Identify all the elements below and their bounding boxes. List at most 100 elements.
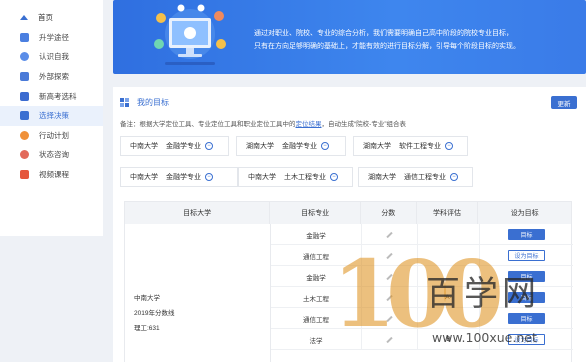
major-cell: 金融学 — [271, 266, 362, 287]
combo-university: 中南大学 — [130, 143, 158, 150]
banner-line-2: 只有在方向足够明确的基础上，才能有效的进行目标分解，引导每个阶段目标的实现。 — [254, 42, 520, 50]
combo-university: 湖南大学 — [368, 174, 396, 181]
remove-combo-icon[interactable]: − — [330, 173, 338, 181]
header-target-major: 目标专业 — [270, 202, 361, 224]
sidebar-item-status[interactable]: 状态咨询 — [0, 145, 103, 165]
card-header: 我的目标 — [120, 97, 169, 108]
note-suffix: ，自动生成“院校-专业”组合表 — [321, 121, 407, 128]
combo-item: 中南大学 金融学专业 − — [120, 167, 238, 187]
action-cell: 设为目标 — [480, 245, 573, 266]
sidebar-item-decision[interactable]: 选择决策 — [0, 105, 103, 126]
edit-icon[interactable] — [386, 231, 393, 238]
book-icon — [20, 91, 29, 101]
combo-university: 中南大学 — [130, 174, 158, 181]
university-cell: 中南大学 2019年分数线 理工:631 — [125, 224, 271, 362]
combo-university: 中南大学 — [248, 174, 276, 181]
action-cell: 目标 — [480, 266, 573, 287]
sidebar-item-label: 选择决策 — [39, 111, 69, 121]
sidebar-item-admission-path[interactable]: 升学途径 — [0, 28, 103, 48]
sidebar: 首页 升学途径 认识自我 外部探索 新高考选科 选择决策 行动计划 状态咨询 视… — [0, 0, 103, 236]
combo-major: 金融学专业 — [282, 143, 317, 150]
score-cell — [362, 329, 418, 350]
computer-illustration — [154, 4, 226, 65]
edit-icon[interactable] — [386, 294, 393, 301]
combo-major: 软件工程专业 — [399, 143, 441, 150]
eval-cell — [418, 266, 480, 287]
edit-icon[interactable] — [386, 273, 393, 280]
sidebar-item-label: 新高考选科 — [39, 91, 77, 101]
major-cell: 通信工程 — [271, 245, 362, 266]
remove-combo-icon[interactable]: − — [205, 173, 213, 181]
sidebar-item-label: 升学途径 — [39, 32, 69, 42]
major-cell: 法学 — [271, 329, 362, 350]
edit-icon[interactable] — [386, 336, 393, 343]
combo-major: 土木工程专业 — [284, 174, 326, 181]
score-value: 理工:631 — [134, 325, 160, 332]
explore-icon — [20, 72, 29, 82]
edit-icon[interactable] — [386, 252, 393, 259]
update-button[interactable]: 更新 — [551, 96, 577, 109]
sidebar-item-explore[interactable]: 外部探索 — [0, 67, 103, 87]
sidebar-item-subject-selection[interactable]: 新高考选科 — [0, 86, 103, 106]
sidebar-item-video[interactable]: 视频课程 — [0, 165, 103, 185]
major-cell: 土木工程 — [271, 287, 362, 308]
target-button[interactable]: 目标 — [508, 292, 545, 303]
combo-item: 湖南大学 金融学专业 − — [236, 136, 346, 156]
remove-combo-icon[interactable]: − — [321, 142, 329, 150]
user-icon — [20, 52, 29, 62]
header-set-target: 设为目标 — [510, 210, 539, 217]
action-cell: 目标 — [480, 287, 573, 308]
university-name: 中南大学 — [134, 295, 160, 302]
remove-combo-icon[interactable]: − — [205, 142, 213, 150]
note-text: 备注：根据大学定位工具、专业定位工具和职业定位工具中的定位结果，自动生成“院校-… — [120, 118, 406, 128]
sidebar-item-label: 状态咨询 — [39, 150, 69, 160]
eval-cell: B — [418, 329, 480, 350]
set-target-button[interactable]: 设为目标 — [508, 250, 545, 261]
combo-university: 湖南大学 — [246, 143, 274, 150]
document-icon — [20, 32, 29, 42]
table-row: 金融学 目标 — [271, 224, 573, 245]
major-cell: 金融学 — [271, 224, 362, 245]
positioning-result-link[interactable]: 定位结果 — [296, 121, 322, 128]
header-score: 分数 — [361, 202, 417, 224]
score-line-label: 2019年分数线 — [134, 310, 175, 317]
sidebar-item-self-knowledge[interactable]: 认识自我 — [0, 47, 103, 67]
action-cell: 目标 — [480, 224, 573, 245]
sidebar-item-label: 行动计划 — [39, 130, 69, 140]
sidebar-item-home[interactable]: 首页 — [0, 8, 103, 28]
banner-text: 通过对职业、院校、专业的综合分析，我们需要明确自己高中阶段的院校专业目标， 只有… — [254, 28, 574, 53]
major-cell: 通信工程 — [271, 308, 362, 329]
remove-combo-icon[interactable]: − — [450, 173, 458, 181]
sidebar-item-label: 外部探索 — [39, 72, 69, 82]
eval-cell — [418, 308, 480, 329]
score-cell — [362, 245, 418, 266]
table-row: 法学 B 设为目标 — [271, 329, 573, 350]
score-cell — [362, 308, 418, 329]
target-button[interactable]: 目标 — [508, 271, 545, 282]
header-subject-eval: 学科评估 — [417, 202, 479, 224]
score-cell — [362, 266, 418, 287]
action-plan-icon — [20, 130, 29, 140]
target-button[interactable]: 目标 — [508, 229, 545, 240]
target-button[interactable]: 目标 — [508, 313, 545, 324]
remove-combo-icon[interactable]: − — [445, 142, 453, 150]
table-row: 土木工程 A- 目标 — [271, 287, 573, 308]
sidebar-item-action-plan[interactable]: 行动计划 — [0, 126, 103, 146]
combo-major: 通信工程专业 — [404, 174, 446, 181]
sidebar-item-label: 视频课程 — [39, 170, 69, 180]
table-row: 金融学 目标 — [271, 266, 573, 287]
combo-major: 金融学专业 — [166, 143, 201, 150]
banner-line-1: 通过对职业、院校、专业的综合分析，我们需要明确自己高中阶段的院校专业目标， — [254, 30, 513, 37]
eval-cell: A- — [418, 287, 480, 308]
action-cell: 目标 — [480, 308, 573, 329]
eval-cell — [418, 245, 480, 266]
target-icon — [120, 98, 129, 107]
combo-item: 中南大学 土木工程专业 − — [238, 167, 353, 187]
set-target-button[interactable]: 设为目标 — [508, 334, 545, 345]
edit-icon[interactable] — [386, 315, 393, 322]
combo-item: 湖南大学 通信工程专业 − — [358, 167, 473, 187]
home-icon — [20, 15, 28, 21]
score-cell — [362, 224, 418, 245]
decision-icon — [20, 111, 29, 121]
combo-university: 湖南大学 — [363, 143, 391, 150]
